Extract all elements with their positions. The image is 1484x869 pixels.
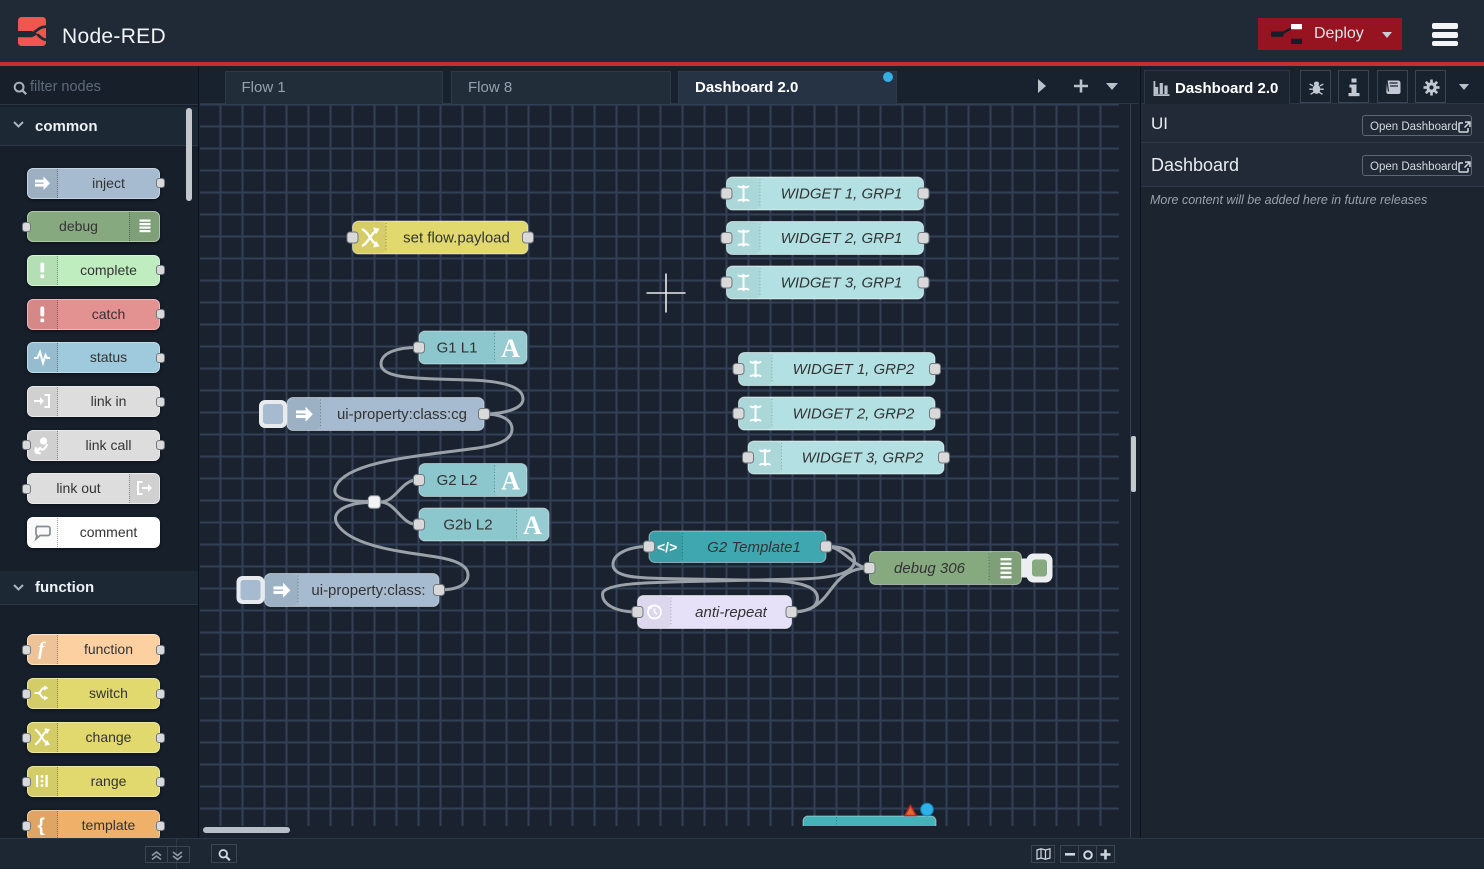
svg-text:G2b L2: G2b L2 (443, 517, 492, 534)
svg-text:A: A (501, 334, 520, 363)
svg-text:anti-repeat: anti-repeat (695, 604, 768, 621)
svg-text:A: A (523, 511, 542, 540)
svg-text:ui-property:class:cg: ui-property:class:cg (337, 406, 467, 423)
svg-text:WIDGET 3, GRP1: WIDGET 3, GRP1 (781, 275, 903, 292)
svg-text:G1 L1: G1 L1 (437, 340, 478, 357)
svg-text:WIDGET 2, GRP1: WIDGET 2, GRP1 (781, 230, 903, 247)
svg-text:A: A (501, 467, 520, 496)
svg-text:G2 Template1: G2 Template1 (707, 539, 801, 556)
svg-text:WIDGET 1, GRP1: WIDGET 1, GRP1 (781, 186, 903, 203)
svg-text:set flow.payload: set flow.payload (403, 230, 510, 247)
svg-text:WIDGET 2, GRP2: WIDGET 2, GRP2 (793, 406, 915, 423)
svg-text:WIDGET 1, GRP2: WIDGET 1, GRP2 (793, 361, 915, 378)
svg-text:debug 306: debug 306 (894, 560, 966, 577)
svg-text:ui-property:class:: ui-property:class: (311, 582, 425, 599)
svg-text:WIDGET 3, GRP2: WIDGET 3, GRP2 (802, 450, 924, 467)
svg-text:G2 L2: G2 L2 (437, 472, 478, 489)
